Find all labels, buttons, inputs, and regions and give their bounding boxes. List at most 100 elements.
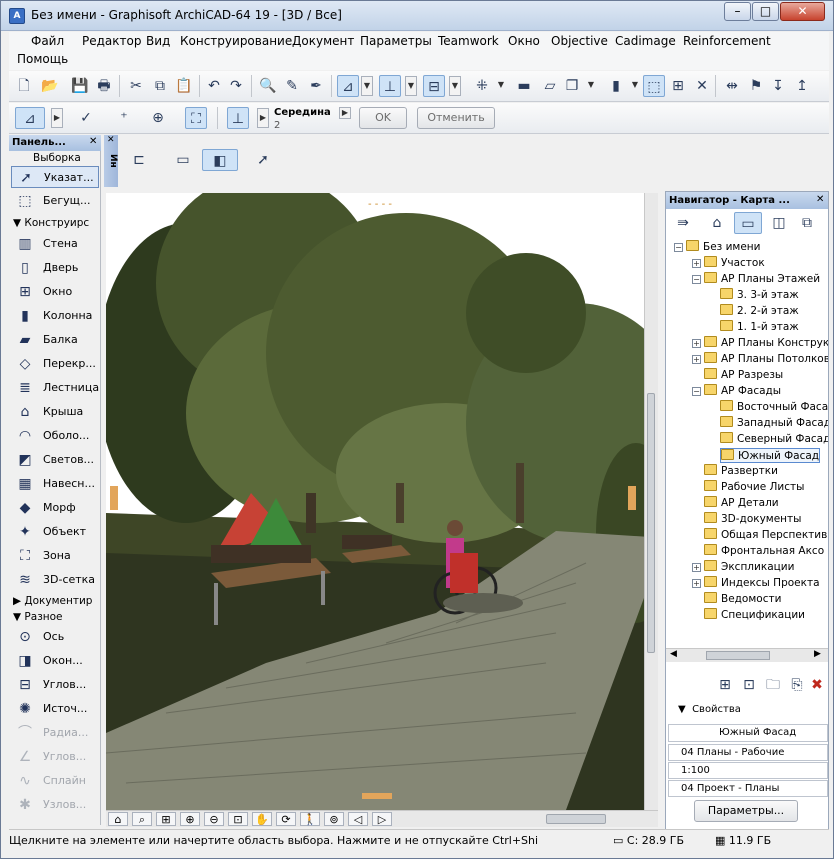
print-icon[interactable]: 🖶 (93, 75, 115, 97)
zoom-in-icon[interactable]: ⊕ (180, 812, 200, 826)
arrow-down-icon[interactable]: ↧ (767, 75, 789, 97)
tool-morph[interactable]: ◆ Морф (11, 497, 99, 519)
tree-expander[interactable]: + (692, 355, 701, 364)
zoom-icon[interactable]: ⌕ (132, 812, 152, 826)
arrow-up-icon[interactable]: ↥ (791, 75, 813, 97)
tool-skylight[interactable]: ◩ Светов... (11, 449, 99, 471)
tool-curtain-wall[interactable]: ▦ Навесн... (11, 473, 99, 495)
zoom-out-icon[interactable]: ⊖ (204, 812, 224, 826)
snap-options-arrow[interactable]: ▶ (339, 107, 351, 119)
navigator-item[interactable]: Западный Фасад (720, 416, 828, 429)
property-penset[interactable]: 04 Проект - Планы (668, 780, 828, 797)
fit-icon[interactable]: ⊡ (228, 812, 248, 826)
navigator-item[interactable]: Ведомости (704, 592, 781, 605)
next-zoom-icon[interactable]: ▷ (372, 812, 392, 826)
navigator-item[interactable]: Спецификации (704, 608, 805, 621)
viewport-vertical-scrollbar[interactable] (644, 193, 658, 810)
navigator-close-icon[interactable]: ✕ (816, 194, 824, 205)
ok-button[interactable]: OK (359, 107, 407, 129)
close-button[interactable]: ✕ (780, 2, 825, 21)
menu-file[interactable]: Файл (31, 34, 64, 48)
navigator-item[interactable]: Фронтальная Аксо (704, 544, 824, 557)
navigator-item[interactable]: Северный Фасад (720, 432, 828, 445)
check-icon[interactable]: ✓ (75, 107, 97, 129)
navigator-item[interactable]: 3. 3-й этаж (720, 288, 799, 301)
navigator-hscrollbar[interactable]: ◀ ▶ (666, 648, 828, 662)
pick-up-parameters-icon[interactable]: ✎ (281, 75, 303, 97)
navigator-settings-icon[interactable]: ⊞ (714, 674, 736, 696)
tool-corner-window[interactable]: ⊟ Углов... (11, 674, 99, 696)
tree-expander[interactable]: + (692, 339, 701, 348)
minimize-button[interactable]: – (724, 2, 751, 21)
gravity-dropdown[interactable]: ▼ (449, 76, 461, 96)
menu-cadimage[interactable]: Cadimage (615, 34, 676, 48)
navigator-item[interactable]: АР Разрезы (704, 368, 783, 381)
properties-header[interactable]: ▼ Свойства (678, 704, 741, 715)
group-icon[interactable]: ❐ (561, 75, 583, 97)
navigator-item[interactable]: Развертки (704, 464, 778, 477)
navigator-item[interactable]: Рабочие Листы (704, 480, 804, 493)
navigator-item[interactable]: 3D-документы (704, 512, 801, 525)
navigator-item[interactable]: АР Планы Потолков (704, 352, 828, 365)
tool-grid-element[interactable]: ⊙ Ось (11, 626, 99, 648)
tool-window[interactable]: ⊞ Окно (11, 281, 99, 303)
tool-arrow[interactable]: ➚ Указат... (11, 166, 99, 188)
close-x-icon[interactable]: ✕ (691, 75, 713, 97)
3d-viewport[interactable]: - - - - (106, 193, 658, 810)
tree-expander[interactable]: − (692, 387, 701, 396)
tool-wall-end[interactable]: ◨ Окон... (11, 650, 99, 672)
mirror-icon[interactable]: ⇹ (721, 75, 743, 97)
tool-column[interactable]: ▮ Колонна (11, 305, 99, 327)
rename-icon[interactable]: ⎘ (786, 674, 808, 696)
new-view-icon[interactable]: ⊡ (738, 674, 760, 696)
point-icon[interactable]: ⁺ (113, 107, 135, 129)
navigator-item[interactable]: Экспликации (704, 560, 794, 573)
undo-icon[interactable]: ↶ (203, 75, 225, 97)
tree-expander[interactable]: + (692, 259, 701, 268)
open-file-icon[interactable]: 📂 (39, 75, 61, 97)
menu-objective[interactable]: Objective (551, 34, 608, 48)
layout-book-icon[interactable]: ▭ (734, 212, 762, 234)
navigator-item[interactable]: 2. 2-й этаж (720, 304, 799, 317)
menu-window[interactable]: Окно (508, 34, 540, 48)
copy-icon[interactable]: ⧉ (149, 75, 171, 97)
tool-beam[interactable]: ▰ Балка (11, 329, 99, 351)
dimension-icon[interactable]: ⊞ (667, 75, 689, 97)
tool-slab[interactable]: ◇ Перекр... (11, 353, 99, 375)
delete-icon[interactable]: ✖ (806, 674, 828, 696)
eraser-method-icon[interactable]: ◧ (202, 149, 238, 171)
tool-spline[interactable]: ∿ Сплайн (11, 770, 99, 792)
tool-zone[interactable]: ⛶ Зона (11, 545, 99, 567)
tool-object[interactable]: ✦ Объект (11, 521, 99, 543)
marquee-icon[interactable]: ⛶ (185, 107, 207, 129)
grid-snap-dropdown[interactable]: ▼ (495, 76, 507, 96)
cancel-button[interactable]: Отменить (417, 107, 495, 129)
menu-reinforcement[interactable]: Reinforcement (683, 34, 771, 48)
marker-icon[interactable]: ⚑ (745, 75, 767, 97)
snap-dropdown[interactable]: ▶ (257, 108, 269, 128)
view-map-icon[interactable]: ⌂ (706, 212, 728, 234)
trace-icon[interactable]: ▬ (513, 75, 535, 97)
navigator-item[interactable]: Участок (704, 256, 765, 269)
tool-roof[interactable]: ⌂ Крыша (11, 401, 99, 423)
misc-section-header[interactable]: ▼ Разное (13, 611, 63, 623)
tool-mesh[interactable]: ≋ 3D-сетка (11, 569, 99, 591)
tool-radial-dimension[interactable]: ⌒ Радиа... (11, 722, 99, 744)
navigator-item[interactable]: АР Планы Конструк (704, 336, 828, 349)
suspend-groups-icon[interactable]: ⬚ (643, 75, 665, 97)
tree-expander[interactable]: + (692, 563, 701, 572)
explore-icon[interactable]: ⊚ (324, 812, 344, 826)
polygon-method-icon[interactable]: ⊏ (128, 149, 150, 171)
previous-zoom-icon[interactable]: ◁ (348, 812, 368, 826)
arrow-selection-icon[interactable]: ⊿ (15, 107, 45, 129)
home-view-icon[interactable]: ⌂ (108, 812, 128, 826)
parameters-button[interactable]: Параметры... (694, 800, 798, 822)
navigator-item[interactable]: Восточный Фасад (720, 400, 828, 413)
orbit-icon[interactable]: ⟳ (276, 812, 296, 826)
navigator-item[interactable]: Общая Перспектив (704, 528, 827, 541)
pointer-method-icon[interactable]: ➚ (252, 149, 274, 171)
tool-stair[interactable]: ≣ Лестница (11, 377, 99, 399)
menu-view[interactable]: Вид (146, 34, 170, 48)
publisher-sets-icon[interactable]: ◫ (768, 212, 790, 234)
tree-expander[interactable]: + (692, 579, 701, 588)
